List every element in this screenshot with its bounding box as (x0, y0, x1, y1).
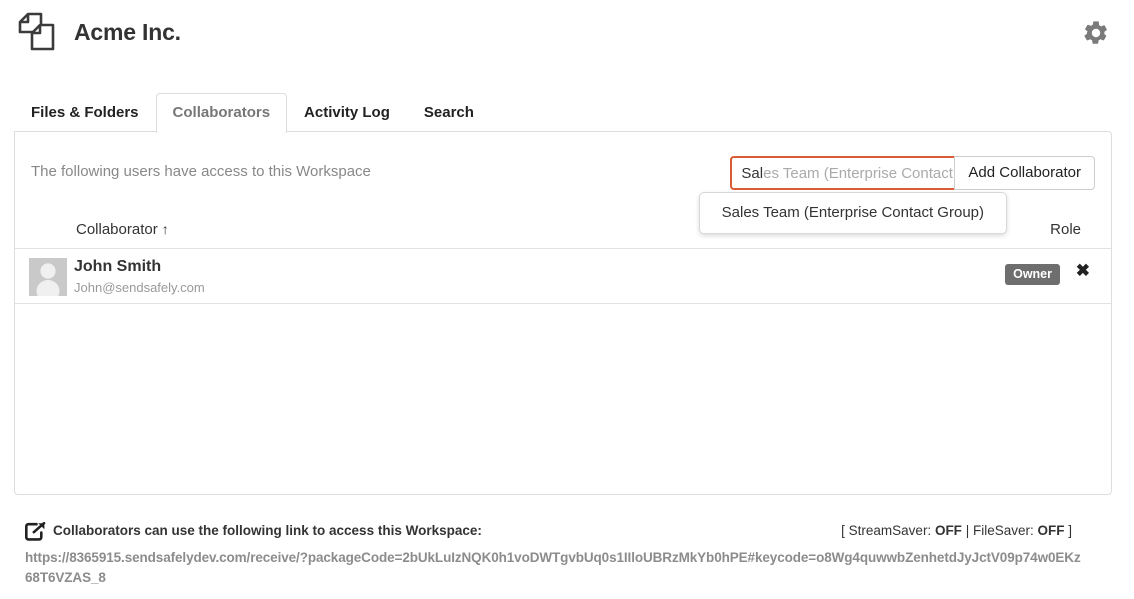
remove-collaborator-icon[interactable]: ✖ (1076, 261, 1090, 281)
search-ghost-text: es Team (Enterprise Contact (763, 164, 953, 182)
page-title: Acme Inc. (74, 18, 181, 45)
streamsaver-value: OFF (934, 523, 962, 538)
footer-label: Collaborators can use the following link… (53, 523, 482, 538)
add-collaborator-button[interactable]: Add Collaborator (954, 156, 1095, 190)
tab-search[interactable]: Search (407, 93, 491, 132)
workspace-share-link[interactable]: https://8365915.sendsafelydev.com/receiv… (25, 548, 1087, 588)
brand: Acme Inc. (14, 8, 181, 56)
filesaver-label: FileSaver: (972, 523, 1038, 538)
table-row: John Smith John@sendsafely.com Owner ✖ (15, 249, 1111, 304)
autocomplete-dropdown: Sales Team (Enterprise Contact Group) (698, 192, 1007, 234)
column-header-collaborator-label: Collaborator (76, 221, 158, 238)
saver-status: [ StreamSaver: OFF | FileSaver: OFF ] (841, 523, 1072, 539)
access-note: The following users have access to this … (31, 163, 371, 180)
saver-open-bracket: [ (841, 523, 849, 538)
saver-separator: | (961, 523, 973, 538)
collaborator-email: John@sendsafely.com (74, 280, 205, 295)
user-avatar-placeholder (29, 258, 67, 296)
documents-icon (14, 8, 62, 56)
gear-icon[interactable] (1082, 19, 1110, 47)
collaborator-search-input[interactable]: Sal es Team (Enterprise Contact (730, 156, 955, 190)
saver-close-bracket: ] (1064, 523, 1072, 538)
tab-bar: Files & Folders Collaborators Activity L… (14, 93, 491, 133)
streamsaver-label: StreamSaver: (848, 523, 935, 538)
sort-ascending-icon: ↑ (161, 221, 169, 237)
add-collaborator-group: Sal es Team (Enterprise Contact Add Colla… (730, 156, 1095, 190)
tab-activity-log[interactable]: Activity Log (287, 93, 407, 132)
tab-files-folders[interactable]: Files & Folders (14, 93, 156, 132)
column-header-role: Role (1050, 221, 1081, 238)
collaborator-name: John Smith (74, 258, 162, 275)
tab-collaborators[interactable]: Collaborators (155, 93, 288, 133)
filesaver-value: OFF (1037, 523, 1065, 538)
collaborators-panel: The following users have access to this … (14, 131, 1112, 495)
app-header: Acme Inc. (0, 0, 1134, 80)
share-arrow-icon (25, 521, 46, 541)
status-badge: Owner (1005, 264, 1060, 285)
autocomplete-option-sales-team[interactable]: Sales Team (Enterprise Contact Group) (700, 197, 1006, 229)
column-header-collaborator[interactable]: Collaborator ↑ (76, 221, 169, 238)
search-typed-text: Sal (741, 164, 764, 182)
